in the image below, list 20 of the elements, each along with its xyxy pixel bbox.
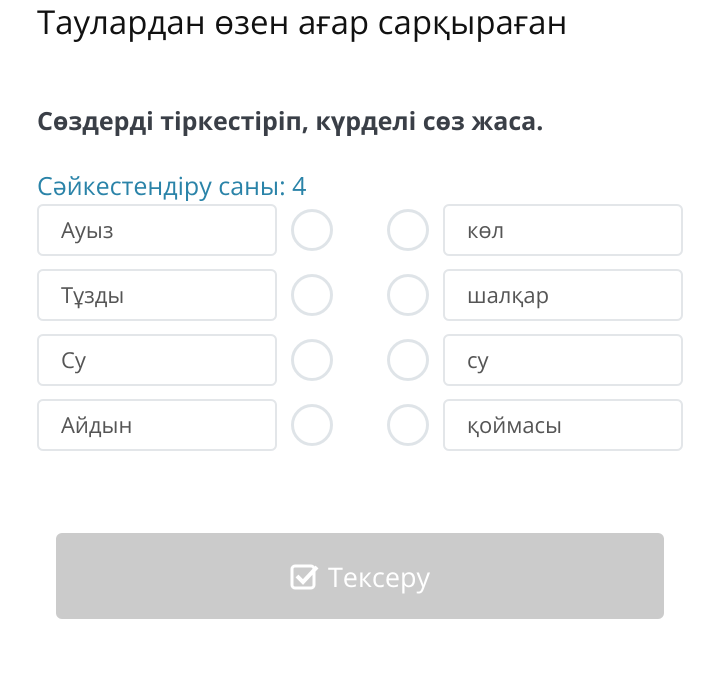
connector-circle[interactable] [291,274,333,316]
connector-circle[interactable] [387,209,429,251]
checkbox-icon [290,562,320,590]
match-item[interactable]: Су [37,334,277,386]
match-item[interactable]: шалқар [443,269,683,321]
question-title: Таулардан өзен ағар сарқыраған [37,2,568,42]
connector-circle[interactable] [291,404,333,446]
match-item[interactable]: Айдын [37,399,277,451]
connector-circle[interactable] [387,274,429,316]
instruction-text: Сөздерді тіркестіріп, күрделі сөз жаса. [37,104,544,138]
match-item[interactable]: қоймасы [443,399,683,451]
connector-circle[interactable] [387,339,429,381]
match-item[interactable]: Тұзды [37,269,277,321]
connector-circle[interactable] [291,339,333,381]
match-item[interactable]: су [443,334,683,386]
match-count-text: Сәйкестендіру саны: 4 [37,170,308,202]
connector-circle[interactable] [291,209,333,251]
connector-circle[interactable] [387,404,429,446]
match-item[interactable]: көл [443,204,683,256]
match-item[interactable]: Ауыз [37,204,277,256]
